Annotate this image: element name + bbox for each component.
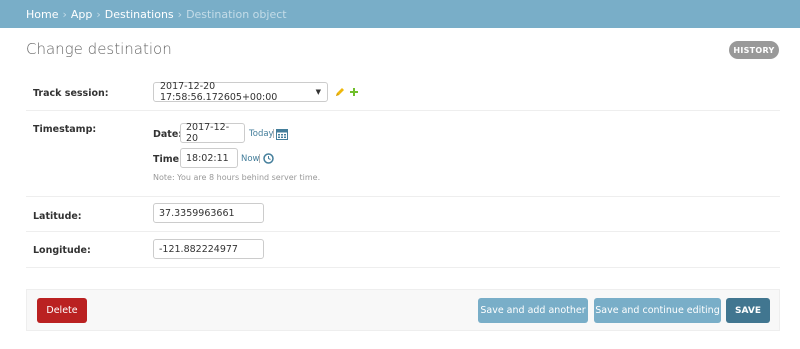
longitude-input[interactable]: -121.882224977 xyxy=(153,239,264,259)
now-link[interactable]: Now xyxy=(241,154,260,164)
breadcrumb-separator: › xyxy=(177,7,183,21)
history-button[interactable]: HISTORY xyxy=(729,41,779,59)
link-separator: | xyxy=(272,129,275,139)
breadcrumb-separator: › xyxy=(62,7,67,21)
delete-button[interactable]: Delete xyxy=(37,298,87,323)
today-link[interactable]: Today xyxy=(249,129,274,139)
latitude-label: Latitude: xyxy=(33,211,82,222)
breadcrumb-current: Destination object xyxy=(186,7,287,21)
timestamp-label: Timestamp: xyxy=(33,124,97,135)
latitude-row: Latitude: 37.3359963661 xyxy=(26,197,780,232)
date-label: Date: xyxy=(153,129,183,140)
link-separator: | xyxy=(258,154,261,164)
save-and-add-another-button[interactable]: Save and add another xyxy=(478,298,588,323)
date-input[interactable]: 2017-12-20 xyxy=(180,122,245,144)
breadcrumb-destinations[interactable]: Destinations xyxy=(105,8,174,21)
longitude-label: Longitude: xyxy=(33,245,91,256)
timestamp-row: Timestamp: Date: 2017-12-20 Today | Time… xyxy=(26,111,780,197)
pencil-icon[interactable] xyxy=(335,87,345,97)
save-button[interactable]: SAVE xyxy=(726,298,770,323)
longitude-row: Longitude: -121.882224977 xyxy=(26,232,780,268)
submit-row: Delete Save and add another Save and con… xyxy=(26,289,780,331)
save-and-continue-button[interactable]: Save and continue editing xyxy=(594,298,721,323)
track-session-select[interactable]: 2017-12-20 17:58:56.172605+00:00 ▼ xyxy=(153,81,328,103)
breadcrumb-separator: › xyxy=(96,7,101,21)
time-input[interactable]: 18:02:11 xyxy=(180,148,238,168)
breadcrumb: Home › App › Destinations › Destination … xyxy=(0,0,800,28)
clock-icon[interactable] xyxy=(263,153,274,164)
calendar-icon[interactable] xyxy=(276,128,288,140)
track-session-label: Track session: xyxy=(33,88,109,99)
page-title: Change destination xyxy=(26,40,172,58)
timezone-help-note: Note: You are 8 hours behind server time… xyxy=(153,173,321,182)
breadcrumb-app[interactable]: App xyxy=(71,8,93,21)
breadcrumb-home[interactable]: Home xyxy=(26,8,58,21)
plus-icon[interactable] xyxy=(349,87,359,97)
track-session-row: Track session: 2017-12-20 17:58:56.17260… xyxy=(26,74,780,111)
track-session-value: 2017-12-20 17:58:56.172605+00:00 xyxy=(160,81,278,103)
latitude-input[interactable]: 37.3359963661 xyxy=(153,203,264,223)
chevron-down-icon: ▼ xyxy=(315,88,321,96)
time-label: Time: xyxy=(153,154,183,165)
